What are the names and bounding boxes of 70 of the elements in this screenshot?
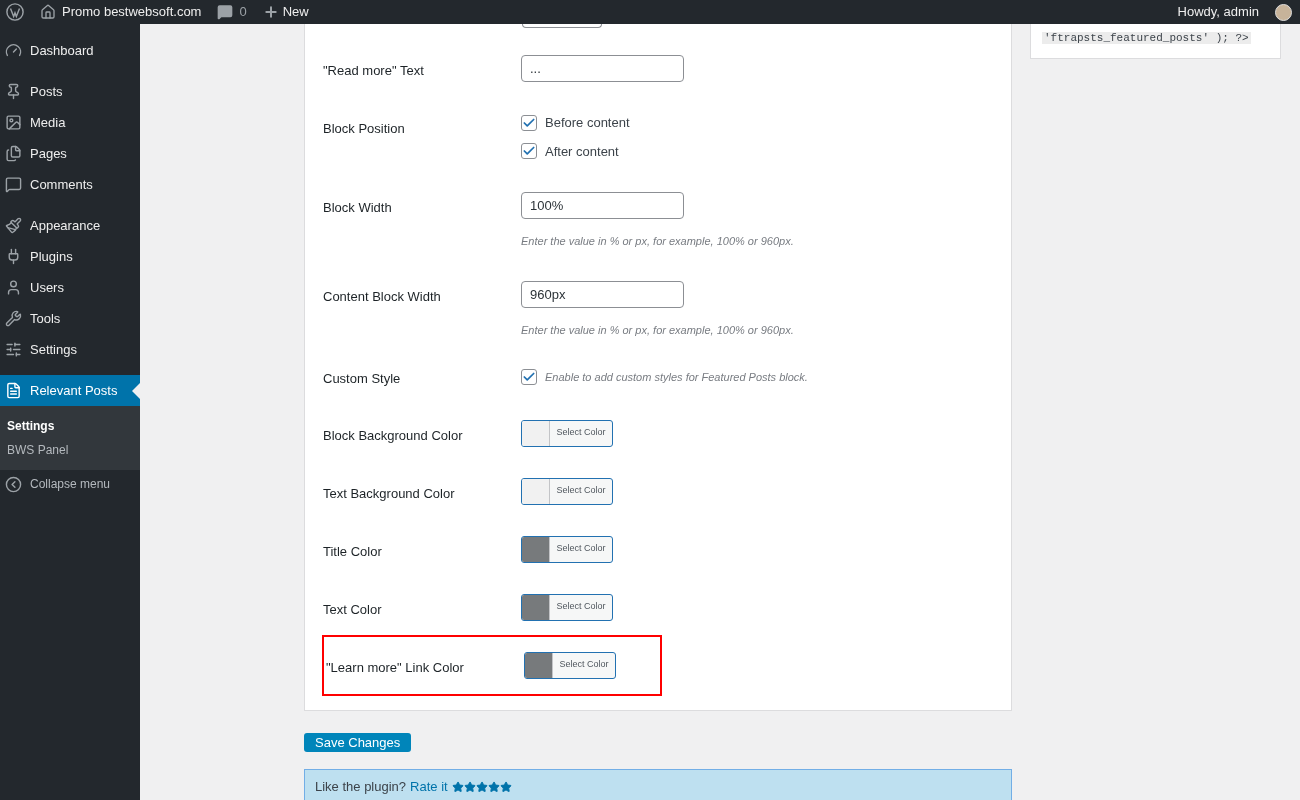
checkbox[interactable]: [521, 369, 537, 386]
comment-count: 0: [239, 3, 247, 22]
input-field[interactable]: 100%: [521, 192, 684, 219]
menu-item[interactable]: Posts: [0, 76, 140, 107]
rating-stars[interactable]: [451, 781, 512, 793]
pin-icon: [5, 83, 22, 100]
setting-label: Block Position: [323, 120, 406, 138]
hint-text: Enter the value in % or px, for example, 100% or 960px.: [521, 234, 794, 249]
checkbox[interactable]: [521, 143, 537, 160]
input-field[interactable]: ...: [521, 55, 684, 82]
site-link[interactable]: Promo bestwebsoft.com: [62, 2, 202, 22]
menu-item[interactable]: Comments: [0, 169, 140, 200]
menu-item[interactable]: Plugins: [0, 241, 140, 272]
setting-label: Content Block Width: [323, 287, 442, 306]
account-link[interactable]: Howdy, admin: [1177, 2, 1259, 22]
comment-icon[interactable]: [217, 4, 234, 20]
gauge-icon: [5, 42, 22, 59]
setting-label: Title Color: [323, 542, 383, 561]
star-icon: [487, 781, 500, 793]
submenu-item[interactable]: BWS Panel: [0, 438, 140, 462]
input-field[interactable]: 960px: [521, 280, 684, 308]
checkbox-label: After content: [545, 142, 619, 161]
save-changes-button[interactable]: Save Changes: [304, 732, 412, 752]
media-icon: [5, 114, 22, 131]
rate-link[interactable]: Rate it: [410, 777, 448, 797]
menu-item[interactable]: Relevant Posts: [0, 375, 140, 406]
rate-prompt: Like the plugin?: [315, 778, 407, 797]
pages-icon: [5, 145, 22, 162]
star-icon: [475, 781, 488, 793]
home-icon[interactable]: [40, 4, 56, 20]
color-picker-button[interactable]: Select Color: [521, 419, 613, 447]
setting-label: Custom Style: [323, 370, 402, 388]
setting-label: Block Background Color: [323, 426, 464, 445]
setting-label: "Learn more" Link Color: [326, 658, 465, 677]
sliders-icon: [5, 341, 22, 358]
wrench-icon: [5, 310, 22, 327]
collapse-icon: [5, 475, 22, 493]
color-picker-button[interactable]: Select Color: [521, 535, 613, 563]
star-icon: [451, 781, 464, 793]
hint-text: Enter the value in % or px, for example, 100% or 960px.: [521, 322, 794, 338]
document-icon: [5, 382, 22, 399]
checkbox-label: Enable to add custom styles for Featured Posts block.: [545, 370, 808, 385]
menu-item[interactable]: Users: [0, 272, 140, 303]
comment-icon: [5, 176, 22, 193]
checkbox-label: Before content: [545, 114, 630, 132]
avatar[interactable]: [1275, 3, 1292, 21]
color-picker-button[interactable]: Select Color: [524, 651, 616, 679]
menu-item[interactable]: Pages: [0, 138, 140, 169]
wordpress-logo-icon[interactable]: [6, 3, 24, 21]
star-icon: [499, 781, 512, 793]
star-icon: [463, 781, 476, 793]
user-icon: [5, 279, 22, 296]
menu-item[interactable]: Tools: [0, 303, 140, 334]
setting-label: Text Color: [323, 600, 383, 619]
code-snippet: 'ftrapsts_featured_posts' ); ?>: [1042, 32, 1251, 44]
color-picker-button[interactable]: Select Color: [521, 477, 613, 505]
menu-item[interactable]: Media: [0, 107, 140, 138]
setting-label: Block Width: [323, 199, 393, 217]
plus-icon[interactable]: [262, 4, 279, 20]
menu-item[interactable]: Appearance: [0, 210, 140, 241]
setting-label: "Read more" Text: [323, 62, 425, 80]
collapse-menu-button[interactable]: Collapse menu: [0, 470, 140, 498]
menu-item[interactable]: Dashboard: [0, 35, 140, 66]
color-picker-button[interactable]: Select Color: [521, 593, 613, 621]
new-link[interactable]: New: [282, 2, 309, 22]
menu-item[interactable]: Settings: [0, 334, 140, 365]
paintbrush-icon: [5, 217, 22, 234]
setting-label: Text Background Color: [323, 484, 456, 503]
submenu-item[interactable]: Settings: [0, 414, 140, 438]
checkbox[interactable]: [521, 114, 537, 131]
